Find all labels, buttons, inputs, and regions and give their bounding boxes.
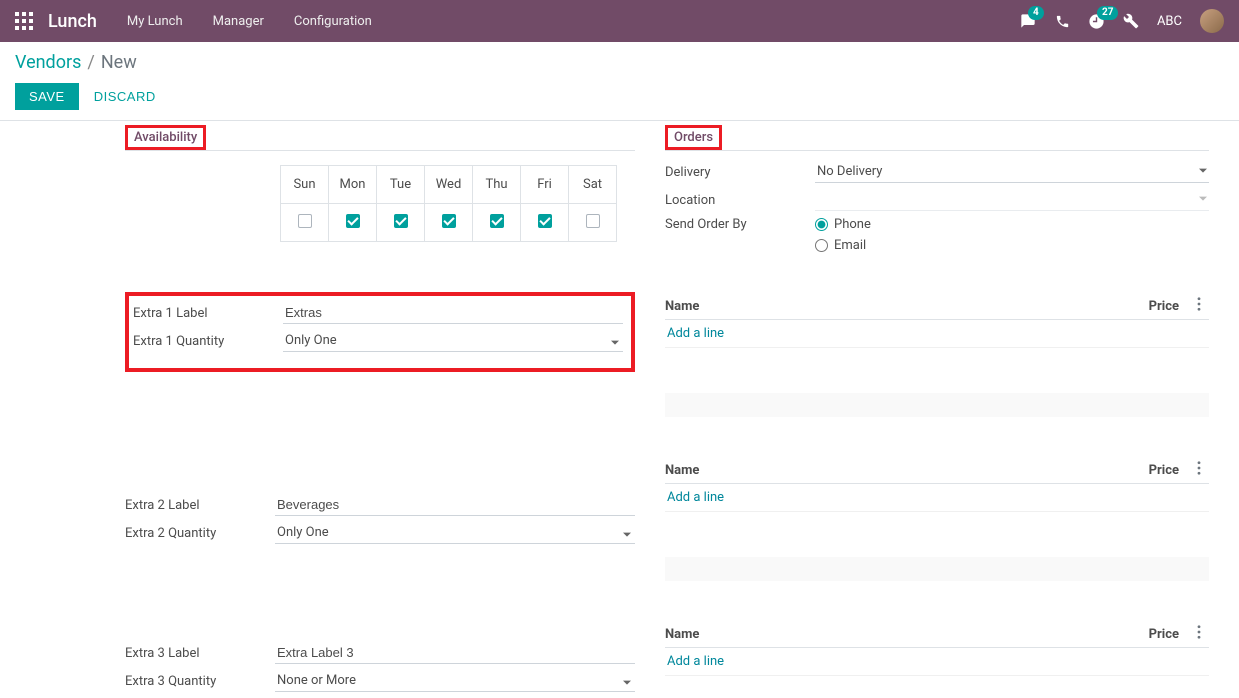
day-check-sun[interactable] — [298, 214, 312, 228]
messaging-icon[interactable]: 4 — [1019, 13, 1037, 29]
nav-configuration[interactable]: Configuration — [294, 14, 372, 29]
col-name: Name — [665, 463, 1119, 478]
extra3-label-caption: Extra 3 Label — [125, 646, 275, 661]
extra1-label-input[interactable] — [283, 302, 623, 324]
avatar[interactable] — [1200, 9, 1224, 33]
apps-icon[interactable] — [15, 12, 33, 30]
availability-grid: Sun Mon Tue Wed Thu Fri Sat — [280, 165, 635, 242]
day-header-mon: Mon — [329, 166, 377, 204]
send-order-email-radio[interactable] — [815, 239, 828, 252]
day-check-thu[interactable] — [490, 214, 504, 228]
breadcrumb-separator: / — [87, 52, 94, 73]
col-price: Price — [1119, 463, 1179, 478]
chevron-down-icon — [1199, 164, 1207, 179]
extra2-qty-select[interactable]: Only One — [275, 522, 635, 544]
day-header-tue: Tue — [377, 166, 425, 204]
extra2-qty-caption: Extra 2 Quantity — [125, 526, 275, 541]
extras-table-2-header: Name Price — [665, 457, 1209, 484]
add-line-3[interactable]: Add a line — [665, 648, 1209, 676]
day-check-sat[interactable] — [586, 214, 600, 228]
availability-header: Availability — [134, 130, 197, 145]
extra3-qty-select[interactable]: None or More — [275, 670, 635, 692]
orders-header-highlight: Orders — [665, 125, 722, 150]
extra2-label-input[interactable] — [275, 494, 635, 516]
delivery-select[interactable]: No Delivery — [815, 161, 1209, 183]
col-name: Name — [665, 299, 1119, 314]
day-header-wed: Wed — [425, 166, 473, 204]
extra1-qty-select[interactable]: Only One — [283, 330, 623, 352]
breadcrumb: Vendors / New — [0, 42, 1239, 79]
extra3-qty-caption: Extra 3 Quantity — [125, 674, 275, 689]
table-options-icon[interactable] — [1179, 461, 1209, 479]
table-2-footer — [665, 557, 1209, 581]
col-price: Price — [1119, 627, 1179, 642]
delivery-label: Delivery — [665, 165, 815, 180]
extra1-label-caption: Extra 1 Label — [133, 306, 283, 321]
save-button[interactable]: SAVE — [15, 83, 79, 110]
day-check-fri[interactable] — [538, 214, 552, 228]
phone-icon[interactable] — [1055, 14, 1070, 29]
extra3-label-input[interactable] — [275, 642, 635, 664]
chevron-down-icon — [1199, 192, 1207, 207]
location-select[interactable] — [815, 189, 1209, 211]
day-check-mon[interactable] — [346, 214, 360, 228]
extra1-highlight: Extra 1 Label Extra 1 Quantity Only One — [125, 292, 635, 372]
table-1-footer — [665, 393, 1209, 417]
action-bar: SAVE DISCARD — [0, 79, 1239, 121]
debug-icon[interactable] — [1123, 13, 1139, 29]
nav-manager[interactable]: Manager — [213, 14, 264, 29]
availability-header-highlight: Availability — [125, 125, 206, 150]
activities-badge: 27 — [1097, 6, 1118, 20]
nav-my-lunch[interactable]: My Lunch — [127, 14, 183, 29]
send-order-phone-label: Phone — [834, 217, 871, 232]
add-line-1[interactable]: Add a line — [665, 320, 1209, 348]
user-name[interactable]: ABC — [1157, 14, 1182, 29]
send-order-phone-radio[interactable] — [815, 218, 828, 231]
add-line-2[interactable]: Add a line — [665, 484, 1209, 512]
messaging-badge: 4 — [1028, 6, 1044, 20]
day-check-tue[interactable] — [394, 214, 408, 228]
table-options-icon[interactable] — [1179, 297, 1209, 315]
day-header-thu: Thu — [473, 166, 521, 204]
extras-table-1-header: Name Price — [665, 293, 1209, 320]
top-nav: Lunch My Lunch Manager Configuration 4 2… — [0, 0, 1239, 42]
extras-table-3-header: Name Price — [665, 621, 1209, 648]
day-header-sun: Sun — [281, 166, 329, 204]
day-header-sat: Sat — [569, 166, 617, 204]
discard-button[interactable]: DISCARD — [94, 89, 156, 104]
form-sheet: Availability Sun Mon Tue Wed Thu Fri Sat — [0, 121, 1239, 698]
send-order-by-label: Send Order By — [665, 217, 815, 232]
activities-icon[interactable]: 27 — [1088, 13, 1105, 30]
send-order-email-label: Email — [834, 238, 866, 253]
day-check-wed[interactable] — [442, 214, 456, 228]
col-price: Price — [1119, 299, 1179, 314]
breadcrumb-parent[interactable]: Vendors — [15, 52, 81, 73]
orders-header: Orders — [674, 130, 713, 145]
table-options-icon[interactable] — [1179, 625, 1209, 643]
location-label: Location — [665, 193, 815, 208]
col-name: Name — [665, 627, 1119, 642]
day-header-fri: Fri — [521, 166, 569, 204]
extra1-qty-caption: Extra 1 Quantity — [133, 334, 283, 349]
app-brand[interactable]: Lunch — [48, 11, 97, 32]
extra2-label-caption: Extra 2 Label — [125, 498, 275, 513]
breadcrumb-current: New — [101, 52, 137, 73]
